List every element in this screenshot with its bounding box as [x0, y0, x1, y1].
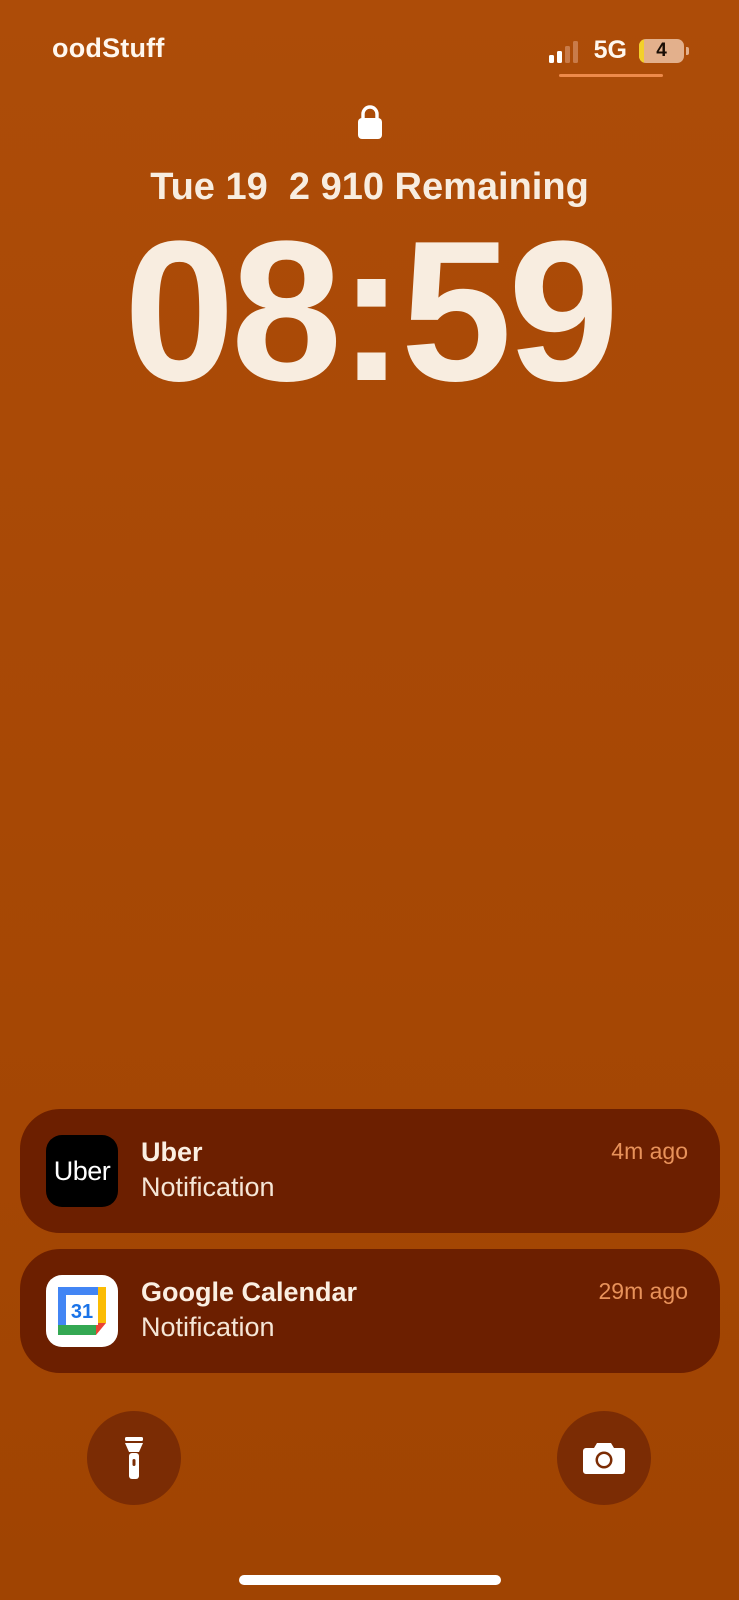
camera-icon: [583, 1443, 625, 1474]
calendar-date-number: 31: [71, 1301, 93, 1323]
status-indicators: 5G 4: [548, 36, 689, 65]
notification-title: Google Calendar: [141, 1277, 358, 1307]
lock-screen-clock: 08:59: [123, 200, 620, 423]
cellular-signal-icon: [548, 39, 578, 63]
flashlight-icon: [125, 1437, 143, 1479]
google-calendar-app-icon: 31: [46, 1275, 118, 1347]
notification-body: Notification: [141, 1172, 275, 1202]
notification-google-calendar[interactable]: 31 Google Calendar Notification 29m ago: [20, 1249, 720, 1373]
home-indicator[interactable]: [239, 1575, 501, 1585]
uber-app-icon: Uber: [46, 1135, 118, 1207]
carrier-name: oodStuff: [52, 33, 165, 63]
flashlight-button[interactable]: [87, 1411, 181, 1505]
notification-title: Uber: [141, 1137, 203, 1167]
network-type-label: 5G: [593, 36, 627, 64]
battery-icon: 4: [639, 38, 684, 63]
status-bar: oodStuff 5G 4: [0, 0, 739, 90]
notification-time: 29m ago: [598, 1278, 688, 1304]
notification-body: Notification: [141, 1312, 275, 1342]
battery-level: 4: [656, 39, 667, 61]
lock-icon: [358, 105, 382, 139]
notification-uber[interactable]: Uber Uber Notification 4m ago: [20, 1109, 720, 1233]
status-underline: [559, 74, 663, 77]
battery-nub: [686, 46, 689, 55]
notification-time: 4m ago: [611, 1138, 688, 1164]
camera-button[interactable]: [557, 1411, 651, 1505]
